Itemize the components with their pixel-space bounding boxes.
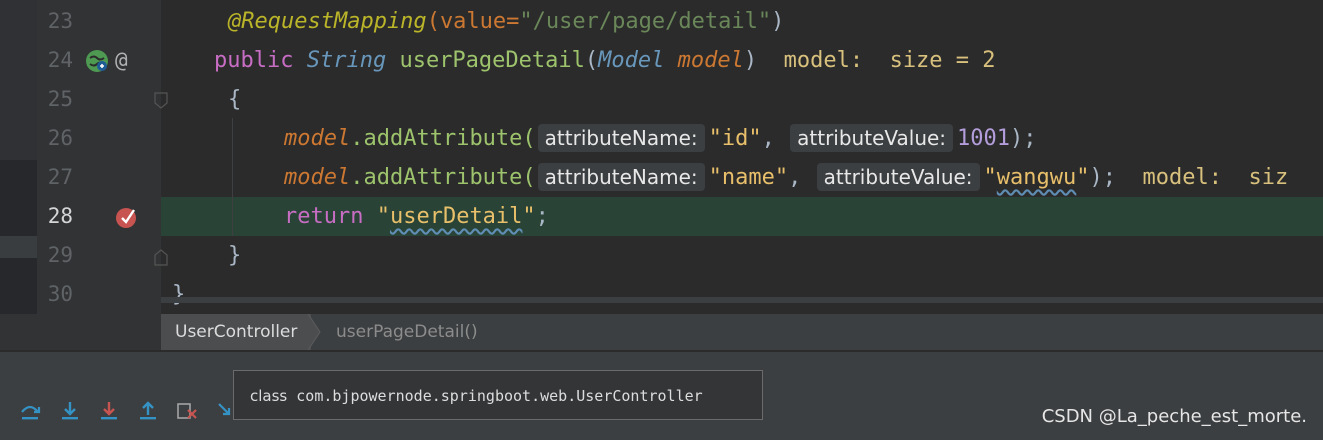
code-text: model.addAttribute(attributeName: "id", a… (284, 119, 1037, 158)
string-token: wangwu (996, 165, 1077, 190)
param-hint: attributeValue: (790, 124, 954, 152)
code-text: } (172, 282, 186, 307)
drop-frame-icon[interactable] (176, 400, 198, 422)
method-call-token: .addAttribute( (350, 165, 536, 190)
indent-guide (232, 118, 233, 236)
quote-token: " (1076, 165, 1090, 190)
code-editor[interactable]: 23 @RequestMapping(value="/user/page/det… (0, 0, 1323, 314)
line-number: 24 (47, 48, 73, 72)
line-number: 23 (47, 9, 73, 33)
code-text: } (228, 243, 242, 268)
quote-token: " (983, 165, 997, 190)
line-number: 27 (47, 165, 73, 189)
keyword-token: return (284, 204, 377, 229)
comma-token: , (761, 126, 789, 151)
code-line-30[interactable]: 30 } (0, 275, 1323, 314)
quote-token: " (376, 204, 390, 229)
punct-token: ); (1010, 126, 1037, 151)
horizontal-scrollbar[interactable] (161, 297, 1323, 303)
string-token: userDetail (389, 204, 523, 229)
type-token: Model (598, 48, 665, 73)
code-line-28-current[interactable]: 28 return "userDetail"; (0, 197, 1323, 236)
class-tooltip: class com.bjpowernode.springboot.web.Use… (233, 370, 763, 420)
fold-close-icon[interactable] (153, 248, 169, 266)
code-line-26[interactable]: 26 model.addAttribute(attributeName: "id"… (0, 119, 1323, 158)
code-line-25[interactable]: 25 { (0, 80, 1323, 119)
code-text: public String userPageDetail(Model model… (214, 41, 996, 80)
paren-token: ( (584, 48, 599, 73)
method-token: userPageDetail (399, 48, 585, 73)
line-number: 25 (47, 87, 73, 111)
object-token: model (284, 165, 351, 190)
method-call-token: .addAttribute( (350, 126, 536, 151)
force-step-into-icon[interactable] (98, 400, 120, 422)
paren-token: ( (426, 9, 440, 34)
code-text: { (228, 87, 242, 112)
watermark: CSDN @La_peche_est_morte. (1041, 406, 1307, 427)
punct-token: ; (535, 204, 549, 229)
breadcrumb-gutter (0, 314, 161, 350)
code-line-23[interactable]: 23 @RequestMapping(value="/user/page/det… (0, 2, 1323, 41)
attr-token: value= (439, 9, 520, 34)
inline-debug-value: model: siz (1142, 165, 1289, 190)
code-text: return "userDetail"; (284, 197, 549, 236)
fold-open-icon[interactable] (153, 92, 169, 110)
paren-token: ) (743, 48, 758, 73)
paren-token: ) (771, 9, 785, 34)
code-line-24[interactable]: 24 @ public String userPageDetail(Model … (0, 41, 1323, 80)
punct-token: ); (1089, 165, 1117, 190)
web-mapping-icon[interactable] (85, 49, 109, 73)
comma-token: , (788, 165, 815, 190)
annotation-token: @RequestMapping (228, 9, 427, 34)
code-text: @RequestMapping(value="/user/page/detail… (228, 2, 784, 41)
override-at-icon[interactable]: @ (115, 41, 128, 80)
inline-debug-value: model: size = 2 (783, 48, 996, 73)
step-out-icon[interactable] (137, 400, 159, 422)
step-over-icon[interactable] (19, 400, 41, 422)
string-token: "/user/page/detail" (519, 9, 772, 34)
code-line-29[interactable]: 29 } (0, 236, 1323, 275)
line-number: 28 (47, 204, 73, 228)
code-line-27[interactable]: 27 model.addAttribute(attributeName: "nam… (0, 158, 1323, 197)
type-token: String (306, 48, 387, 73)
breadcrumb-class[interactable]: UserController (161, 314, 312, 350)
code-text: model.addAttribute(attributeName: "name",… (284, 158, 1288, 197)
chevron-right-icon (308, 314, 321, 350)
param-token: model (677, 48, 744, 73)
line-number: 30 (47, 282, 73, 306)
param-hint: attributeName: (537, 124, 705, 152)
string-token: "id" (708, 126, 762, 151)
string-token: "name" (708, 165, 789, 190)
keyword-token: public (214, 48, 307, 73)
strip-cover (0, 197, 37, 236)
param-hint: attributeName: (537, 163, 705, 191)
panel-divider (0, 350, 1323, 352)
line-number: 29 (47, 243, 73, 267)
breadcrumb: UserController userPageDetail() (0, 314, 1323, 350)
number-token: 1001 (957, 126, 1011, 151)
param-hint: attributeValue: (816, 163, 980, 191)
line-number: 26 (47, 126, 73, 150)
breakpoint-icon[interactable] (114, 204, 140, 230)
tooltip-keyword: class (250, 387, 288, 405)
quote-token: " (522, 204, 536, 229)
step-into-icon[interactable] (59, 400, 81, 422)
breadcrumb-method[interactable]: userPageDetail() (336, 314, 478, 350)
object-token: model (284, 126, 351, 151)
tooltip-text: com.bjpowernode.springboot.web.UserContr… (287, 387, 703, 405)
